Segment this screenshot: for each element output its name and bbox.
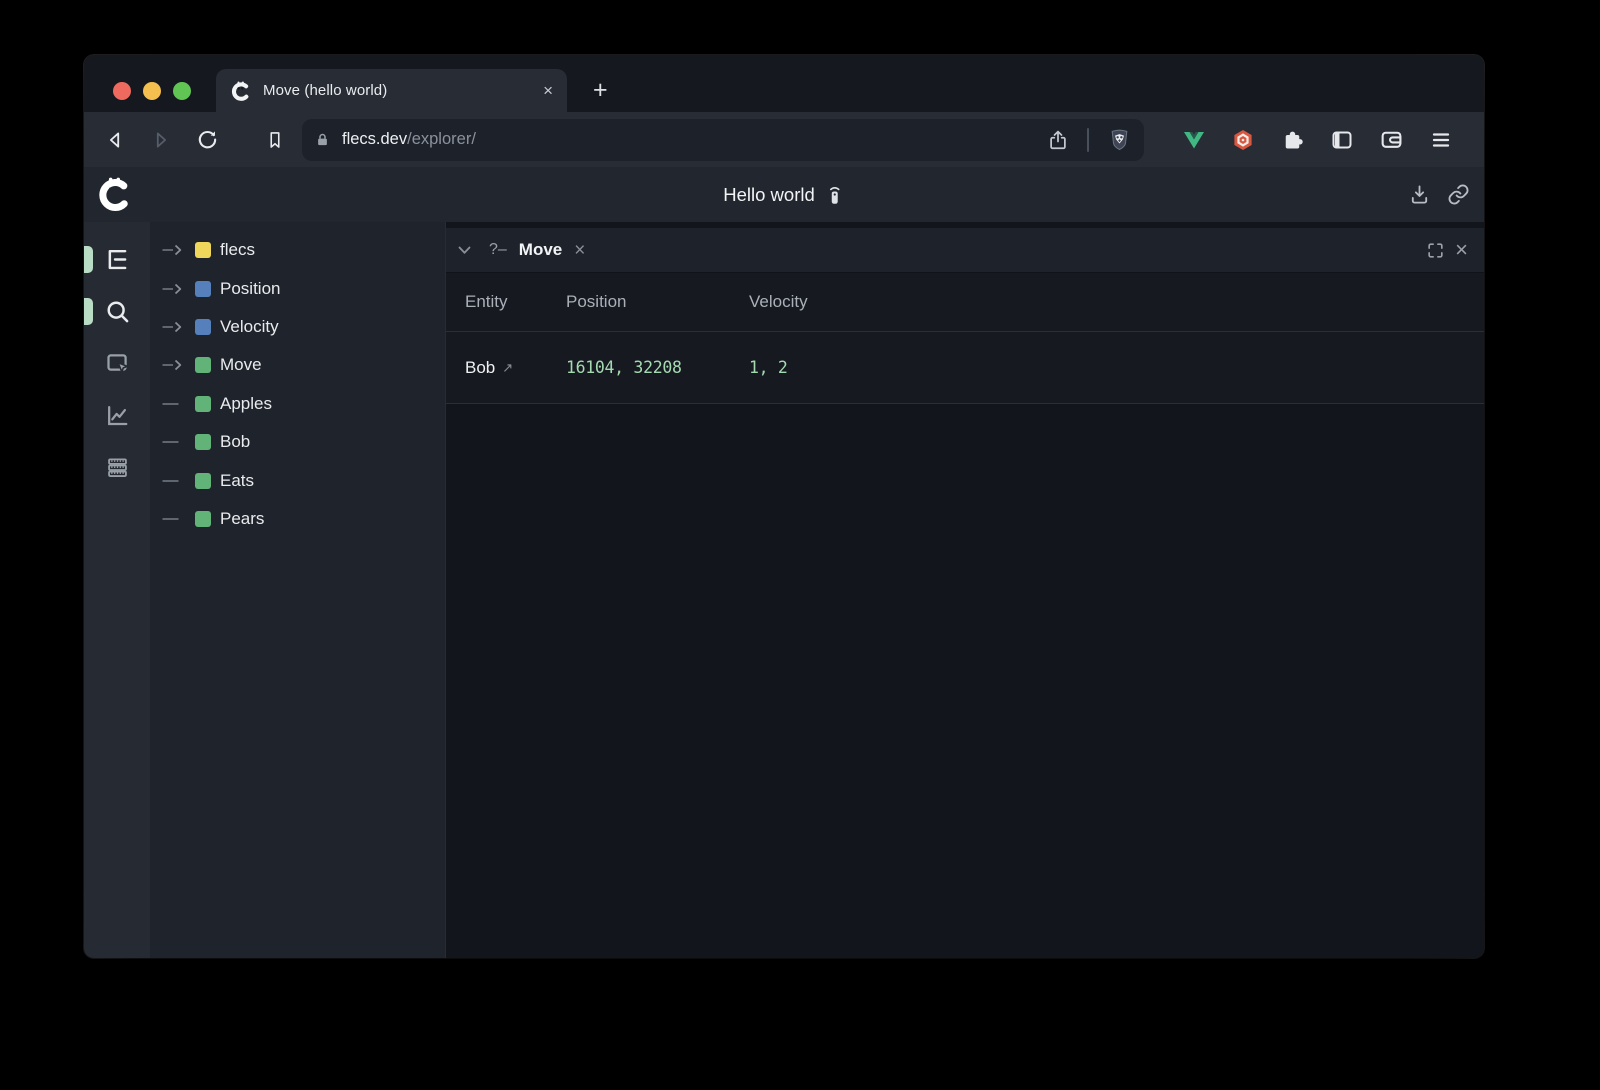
flecs-favicon: [230, 80, 252, 102]
extensions-puzzle-icon[interactable]: [1280, 127, 1305, 152]
tree-item[interactable]: flecs: [150, 231, 445, 269]
world-title: Hello world: [723, 182, 845, 207]
tree-item-label: flecs: [220, 240, 255, 260]
tree-item[interactable]: Move: [150, 346, 445, 384]
toolbar-separator: [1087, 128, 1089, 152]
share-icon[interactable]: [1047, 128, 1069, 152]
close-window-button[interactable]: [113, 82, 131, 100]
maximize-window-button[interactable]: [173, 82, 191, 100]
tab-bar: Move (hello world) × +: [84, 55, 1484, 112]
app-header: Hello world: [84, 167, 1484, 222]
entity-color-swatch: [195, 396, 211, 412]
link-icon[interactable]: [1447, 183, 1470, 206]
column-header-velocity: Velocity: [749, 292, 1484, 312]
window-controls: [113, 82, 191, 100]
tree-item-label: Bob: [220, 432, 250, 452]
minimize-window-button[interactable]: [143, 82, 161, 100]
fullscreen-icon[interactable]: [1426, 241, 1445, 260]
expand-icon[interactable]: [162, 321, 186, 333]
tab-title: Move (hello world): [263, 82, 532, 99]
entity-cell[interactable]: Bob ↗: [465, 358, 566, 378]
search-icon[interactable]: [104, 298, 131, 325]
position-value: 16104, 32208: [566, 358, 749, 377]
leaf-dash-icon: [162, 475, 186, 487]
brave-shield-icon[interactable]: [1107, 126, 1132, 153]
vue-devtools-icon[interactable]: [1182, 128, 1206, 152]
inspector-icon[interactable]: [104, 350, 131, 377]
explorer-content: flecs Position Velocity Move Apples: [84, 222, 1484, 958]
url-text: flecs.dev/explorer/: [342, 130, 476, 149]
table-header: Entity Position Velocity: [446, 273, 1484, 332]
tree-item-label: Pears: [220, 509, 264, 529]
tree-view-icon[interactable]: [104, 246, 131, 273]
chevron-down-icon[interactable]: [458, 246, 471, 255]
browser-tab[interactable]: Move (hello world) ×: [216, 69, 567, 112]
forward-button[interactable]: [148, 127, 174, 153]
back-button[interactable]: [102, 127, 128, 153]
chart-icon[interactable]: [104, 402, 131, 429]
sidebar-toggle-icon[interactable]: [1330, 128, 1354, 152]
query-panel-header: ?– Move × ×: [446, 228, 1484, 273]
velocity-value: 1, 2: [749, 358, 1484, 377]
address-bar[interactable]: flecs.dev/explorer/: [302, 119, 1144, 161]
tree-item[interactable]: Pears: [150, 500, 445, 538]
tree-item-label: Move: [220, 355, 262, 375]
expand-icon[interactable]: [162, 283, 186, 295]
leaf-dash-icon: [162, 436, 186, 448]
app-header-actions: [1408, 183, 1470, 206]
toolbar-extensions: [1182, 127, 1453, 152]
expand-icon[interactable]: [162, 244, 186, 256]
browser-window: Move (hello world) × + flecs: [84, 55, 1484, 958]
entity-color-swatch: [195, 357, 211, 373]
external-link-icon[interactable]: ↗: [502, 360, 513, 376]
active-indicator-pill: [84, 246, 93, 273]
entity-color-swatch: [195, 319, 211, 335]
new-tab-button[interactable]: +: [593, 78, 608, 103]
download-icon[interactable]: [1408, 183, 1431, 206]
tree-item-label: Velocity: [220, 317, 279, 337]
hexagon-extension-icon[interactable]: [1231, 128, 1255, 152]
active-indicator-pill: [84, 298, 93, 325]
remote-connection-icon[interactable]: [824, 182, 845, 207]
tree-item[interactable]: Position: [150, 269, 445, 307]
wallet-icon[interactable]: [1379, 127, 1404, 152]
tree-item-label: Eats: [220, 471, 254, 491]
flecs-logo[interactable]: [96, 175, 134, 213]
left-icon-sidebar: [84, 222, 150, 958]
query-title: Move: [519, 240, 562, 260]
tree-item[interactable]: Velocity: [150, 308, 445, 346]
column-header-entity: Entity: [465, 292, 566, 312]
entity-color-swatch: [195, 473, 211, 489]
query-panel: ?– Move × × Entity Position Velocity Bob…: [445, 222, 1484, 958]
browser-toolbar: flecs.dev/explorer/: [84, 112, 1484, 167]
expand-icon[interactable]: [162, 359, 186, 371]
lock-icon: [315, 131, 330, 148]
entity-color-swatch: [195, 281, 211, 297]
entity-name[interactable]: Bob: [465, 358, 495, 378]
tree-item-label: Apples: [220, 394, 272, 414]
leaf-dash-icon: [162, 398, 186, 410]
entity-tree-panel: flecs Position Velocity Move Apples: [150, 222, 445, 958]
menu-icon[interactable]: [1429, 128, 1453, 152]
url-domain: flecs.dev: [342, 130, 407, 148]
bookmark-icon[interactable]: [262, 127, 288, 153]
reload-button[interactable]: [194, 127, 220, 153]
tree-item[interactable]: Apples: [150, 385, 445, 423]
leaf-dash-icon: [162, 513, 186, 525]
url-path: /explorer/: [407, 130, 476, 148]
column-header-position: Position: [566, 292, 749, 312]
query-clear-icon[interactable]: ×: [574, 241, 585, 260]
rows-icon[interactable]: [104, 454, 131, 481]
tree-item[interactable]: Eats: [150, 461, 445, 499]
query-prefix: ?–: [489, 241, 507, 259]
tree-item[interactable]: Bob: [150, 423, 445, 461]
entity-color-swatch: [195, 242, 211, 258]
entity-color-swatch: [195, 434, 211, 450]
entity-color-swatch: [195, 511, 211, 527]
panel-close-icon[interactable]: ×: [1455, 239, 1468, 261]
tab-close-icon[interactable]: ×: [543, 82, 553, 99]
table-row[interactable]: Bob ↗ 16104, 32208 1, 2: [446, 332, 1484, 404]
tree-item-label: Position: [220, 279, 280, 299]
world-title-text: Hello world: [723, 184, 815, 206]
